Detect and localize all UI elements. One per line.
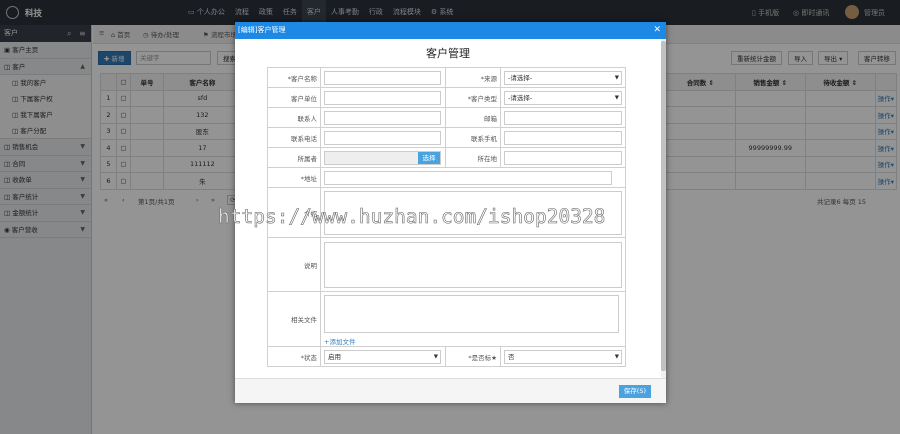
contact-label: 联系人 bbox=[267, 107, 321, 128]
chevron-down-icon: ▼ bbox=[614, 74, 619, 81]
owner-label: 所属者 bbox=[267, 147, 321, 168]
name-label: *客户名称 bbox=[267, 67, 321, 88]
contact-field[interactable] bbox=[324, 110, 441, 125]
dialog-footer: 保存(S) bbox=[235, 378, 666, 403]
files-box[interactable] bbox=[324, 295, 619, 333]
app-root: 科技 ▭ 个人办公 流程 政策 任务 客户 人事考勤 行政 流程模块 ⚙ 系统 … bbox=[0, 0, 900, 434]
chevron-down-icon: ▼ bbox=[433, 353, 438, 360]
email-label: 邮箱 bbox=[445, 107, 501, 128]
customer-name-field[interactable] bbox=[324, 70, 441, 85]
unit-label: 客户单位 bbox=[267, 87, 321, 108]
close-icon[interactable]: ✕ bbox=[653, 22, 661, 39]
vip-select[interactable]: 否 ▼ bbox=[504, 349, 622, 364]
dialog-header: [编辑]客户管理 ✕ bbox=[235, 22, 666, 39]
pick-owner-button[interactable]: 选择 bbox=[418, 151, 440, 164]
phone-field[interactable] bbox=[324, 130, 441, 145]
remark-textarea[interactable] bbox=[324, 241, 622, 288]
mobile-label: 联系手机 bbox=[445, 127, 501, 148]
watermark: https://www.huzhan.com/ishop20328 bbox=[218, 205, 606, 229]
status-label: *状态 bbox=[267, 346, 321, 367]
source-select[interactable]: -请选择- ▼ bbox=[504, 70, 622, 85]
vip-label: *是否标★ bbox=[445, 346, 501, 367]
form-title: 客户管理 bbox=[426, 47, 470, 60]
add-file-link[interactable]: +添加文件 bbox=[324, 336, 622, 346]
city-label: 所在地 bbox=[445, 147, 501, 168]
customer-type-select[interactable]: -请选择- ▼ bbox=[504, 90, 622, 105]
dialog-scrollbar[interactable] bbox=[661, 39, 666, 378]
customer-unit-field[interactable] bbox=[324, 90, 441, 105]
save-button[interactable]: 保存(S) bbox=[618, 385, 651, 398]
phone-label: 联系电话 bbox=[267, 127, 321, 148]
address-field[interactable] bbox=[324, 170, 612, 185]
city-field[interactable] bbox=[504, 150, 622, 165]
remark-label: 说明 bbox=[267, 237, 321, 292]
type-label: *客户类型 bbox=[445, 87, 501, 108]
status-select[interactable]: 启用 ▼ bbox=[324, 349, 441, 364]
address-label: *地址 bbox=[267, 167, 321, 188]
mobile-field[interactable] bbox=[504, 130, 622, 145]
source-label: *来源 bbox=[445, 67, 501, 88]
owner-field[interactable]: 选择 bbox=[324, 150, 441, 165]
chevron-down-icon: ▼ bbox=[614, 94, 619, 101]
dialog-title: [编辑]客户管理 bbox=[238, 26, 286, 34]
email-field[interactable] bbox=[504, 110, 622, 125]
files-label: 相关文件 bbox=[267, 291, 321, 347]
scrollbar-thumb[interactable] bbox=[661, 41, 666, 371]
chevron-down-icon: ▼ bbox=[614, 353, 619, 360]
